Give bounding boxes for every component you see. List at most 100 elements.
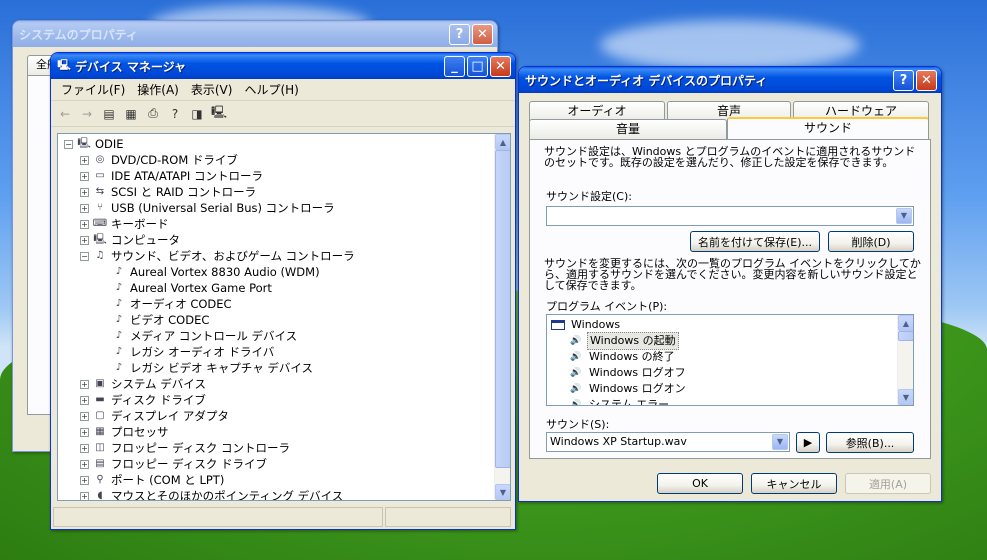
delete-button[interactable]: 削除(D) [828,231,914,252]
expand-icon[interactable]: + [80,219,89,229]
scroll-down-icon[interactable]: ▼ [495,484,510,500]
tree-category[interactable]: + ⚲ ポート (COM と LPT) [58,472,494,488]
properties-icon[interactable]: ▦ [123,106,139,122]
event-item[interactable]: 🔊 Windows の終了 [551,349,893,365]
computer-icon[interactable]: 🖳 [211,105,227,122]
tree-category[interactable]: + ◖ マウスとそのほかのポインティング デバイス [58,488,494,500]
tree-category[interactable]: + ▦ プロセッサ [58,424,494,440]
sound-properties-titlebar[interactable]: サウンドとオーディオ デバイスのプロパティ ? ✕ [519,67,941,93]
forward-icon[interactable]: → [79,106,95,122]
expand-icon[interactable]: + [80,235,89,245]
tree-device[interactable]: ♪ メディア コントロール デバイス [58,328,494,344]
tree-label: メディア コントロール デバイス [130,329,298,343]
sound-device-icon: ♪ [115,314,123,325]
tree-device[interactable]: ♪ ビデオ CODEC [58,312,494,328]
tree-category[interactable]: + ▭ IDE ATA/ATAPI コントローラ [58,168,494,184]
menu-action[interactable]: 操作(A) [131,81,185,98]
tree-category[interactable]: + ▣ システム デバイス [58,376,494,392]
expand-icon[interactable]: + [80,379,89,389]
tree-scrollbar[interactable]: ▲ ▼ [494,134,510,500]
expand-icon[interactable]: + [80,171,89,181]
help-button[interactable]: ? [449,23,470,45]
chevron-down-icon[interactable]: ▼ [772,434,788,450]
tree-device[interactable]: ♪ Aureal Vortex 8830 Audio (WDM) [58,264,494,280]
tree-category[interactable]: + ◫ フロッピー ディスク コントローラ [58,440,494,456]
scroll-up-icon[interactable]: ▲ [898,315,913,331]
device-manager-titlebar[interactable]: 🖳 デバイス マネージャ _ □ ✕ [51,53,515,79]
scheme-select[interactable]: ▼ [546,206,914,226]
close-button[interactable]: ✕ [490,55,511,77]
tree-device[interactable]: ♪ レガシ ビデオ キャプチャ デバイス [58,360,494,376]
scroll-thumb[interactable] [898,331,913,341]
expand-icon[interactable]: + [80,491,89,500]
tree-category[interactable]: + ⑂ USB (Universal Serial Bus) コントローラ [58,200,494,216]
help-icon[interactable]: ? [167,106,183,122]
menu-view[interactable]: 表示(V) [185,81,239,98]
apply-button[interactable]: 適用(A) [845,473,931,494]
close-button[interactable]: ✕ [916,69,937,91]
scroll-up-icon[interactable]: ▲ [495,134,510,150]
cancel-button[interactable]: キャンセル [751,473,837,494]
chevron-down-icon[interactable]: ▼ [896,208,912,224]
menu-file[interactable]: ファイル(F) [55,81,131,98]
tree-category[interactable]: + ⇆ SCSI と RAID コントローラ [58,184,494,200]
floppy-controller-icon: ◫ [95,442,105,453]
events-group[interactable]: Windows [551,317,893,333]
tree-category[interactable]: + ◎ DVD/CD-ROM ドライブ [58,152,494,168]
device-tree[interactable]: − 🖳 ODIE + ◎ DVD/CD-ROM ドライブ + ▭ IDE ATA/ATAP… [57,133,511,501]
usb-icon: ⑂ [97,202,103,213]
tree-category[interactable]: + ▬ ディスク ドライブ [58,392,494,408]
print-icon[interactable]: ⎙ [145,106,161,122]
help-button[interactable]: ? [893,69,914,91]
sound-select[interactable]: Windows XP Startup.wav ▼ [546,432,790,452]
event-item[interactable]: 🔊 Windows ログオフ [551,365,893,381]
event-item[interactable]: 🔊 Windows ログオン [551,381,893,397]
expand-icon[interactable]: + [80,427,89,437]
close-button[interactable]: ✕ [472,23,493,45]
ok-button[interactable]: OK [657,473,743,494]
collapse-icon[interactable]: − [80,251,89,261]
scan-icon[interactable]: ◨ [189,106,205,122]
save-as-button[interactable]: 名前を付けて保存(E)... [690,231,820,252]
display-icon: ▢ [95,410,105,421]
expand-icon[interactable]: + [80,187,89,197]
tree-category[interactable]: + ⌨ キーボード [58,216,494,232]
menu-help[interactable]: ヘルプ(H) [238,81,304,98]
back-icon[interactable]: ← [57,106,73,122]
scroll-down-icon[interactable]: ▼ [898,389,913,405]
tree-device[interactable]: ♪ オーディオ CODEC [58,296,494,312]
event-item[interactable]: 🔊 システム エラー [551,397,893,405]
events-list[interactable]: Windows 🔊 Windows の起動 🔊 Windows の終了 🔊 Windows… [546,314,914,406]
expand-icon[interactable]: + [80,155,89,165]
play-button[interactable]: ▶ [796,432,820,453]
tab-volume[interactable]: 音量 [529,119,727,139]
tree-root[interactable]: − 🖳 ODIE [58,136,494,152]
tab-audio[interactable]: オーディオ [529,101,665,121]
expand-icon[interactable]: + [80,475,89,485]
tree-category[interactable]: + 🖳 コンピュータ [58,232,494,248]
tab-sounds[interactable]: サウンド [727,117,929,139]
tree-device[interactable]: ♪ Aureal Vortex Game Port [58,280,494,296]
tree-category[interactable]: + ▤ フロッピー ディスク ドライブ [58,456,494,472]
scroll-thumb[interactable] [495,150,510,468]
browse-button[interactable]: 参照(B)... [826,432,914,453]
tree-device[interactable]: ♪ レガシ オーディオ ドライバ [58,344,494,360]
tree-category[interactable]: − ♫ サウンド、ビデオ、およびゲーム コントローラ [58,248,494,264]
device-manager-window[interactable]: 🖳 デバイス マネージャ _ □ ✕ ファイル(F) 操作(A) 表示(V) ヘ… [50,52,516,530]
sound-properties-window[interactable]: サウンドとオーディオ デバイスのプロパティ ? ✕ オーディオ 音声 ハードウェ… [518,66,942,502]
maximize-button[interactable]: □ [467,55,488,77]
expand-icon[interactable]: + [80,395,89,405]
minimize-button[interactable]: _ [444,55,465,77]
event-label: Windows の終了 [589,350,675,363]
events-scrollbar[interactable]: ▲ ▼ [897,315,913,405]
expand-icon[interactable]: + [80,443,89,453]
tree-label: フロッピー ディスク ドライブ [111,457,268,471]
tree-category[interactable]: + ▢ ディスプレイ アダプタ [58,408,494,424]
show-hide-tree-icon[interactable]: ▤ [101,106,117,122]
expand-icon[interactable]: + [80,459,89,469]
event-item[interactable]: 🔊 Windows の起動 [551,332,893,350]
expand-icon[interactable]: + [80,203,89,213]
expand-icon[interactable]: + [80,411,89,421]
system-properties-titlebar[interactable]: システムのプロパティ ? ✕ [13,21,497,47]
collapse-icon[interactable]: − [64,139,73,149]
